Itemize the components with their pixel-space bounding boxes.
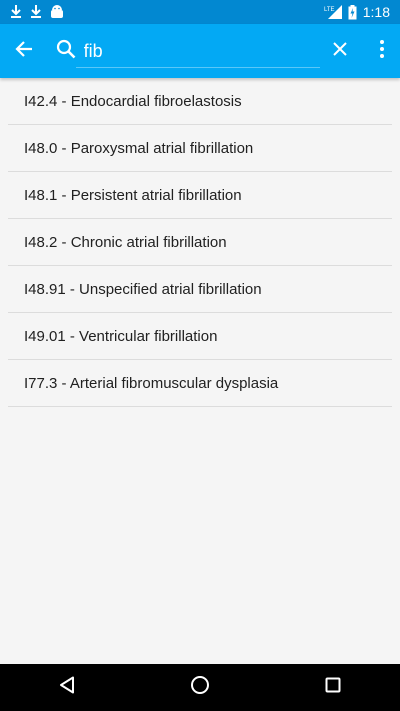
status-time: 1:18 — [362, 4, 390, 20]
list-item-label: I48.1 - Persistent atrial fibrillation — [24, 186, 242, 204]
battery-charging-icon — [348, 4, 357, 20]
back-triangle-icon — [59, 676, 75, 699]
list-item-label: I48.2 - Chronic atrial fibrillation — [24, 233, 227, 251]
android-icon — [50, 5, 64, 19]
clear-search-button[interactable] — [316, 27, 364, 75]
status-bar: LTE 1:18 — [0, 0, 400, 24]
list-item-label: I42.4 - Endocardial fibroelastosis — [24, 92, 242, 110]
more-vert-icon — [379, 39, 384, 63]
list-item[interactable]: I77.3 - Arterial fibromuscular dysplasia — [8, 360, 392, 407]
status-left — [0, 5, 64, 19]
result-list: I42.4 - Endocardial fibroelastosis I48.0… — [0, 78, 400, 407]
list-item[interactable]: I48.0 - Paroxysmal atrial fibrillation — [8, 125, 392, 172]
search-bar — [44, 24, 364, 78]
app-bar — [0, 24, 400, 78]
screen: LTE 1:18 fib I42.4 - Endocardial fibroel… — [0, 0, 400, 711]
overflow-menu-button[interactable] — [364, 27, 400, 75]
close-icon — [332, 41, 348, 62]
search-icon — [56, 39, 76, 64]
nav-home-button[interactable] — [168, 664, 232, 711]
list-item[interactable]: I49.01 - Ventricular fibrillation — [8, 313, 392, 360]
list-item[interactable]: I48.2 - Chronic atrial fibrillation — [8, 219, 392, 266]
list-item-label: I49.01 - Ventricular fibrillation — [24, 327, 218, 345]
search-input[interactable] — [83, 36, 316, 66]
download-icon — [30, 5, 42, 19]
nav-recents-button[interactable] — [301, 664, 365, 711]
list-item[interactable]: I48.1 - Persistent atrial fibrillation — [8, 172, 392, 219]
list-item-label: I48.0 - Paroxysmal atrial fibrillation — [24, 139, 254, 157]
recents-square-icon — [325, 677, 341, 698]
network-label: LTE — [324, 7, 335, 13]
home-circle-icon — [190, 675, 210, 700]
signal-icon: LTE — [324, 5, 342, 19]
search-underline — [75, 67, 320, 68]
download-icon — [10, 5, 22, 19]
list-item[interactable]: I48.91 - Unspecified atrial fibrillation — [8, 266, 392, 313]
list-item-label: I48.91 - Unspecified atrial fibrillation — [24, 280, 262, 298]
list-item-label: I77.3 - Arterial fibromuscular dysplasia — [24, 374, 279, 392]
back-button[interactable] — [4, 27, 44, 75]
status-right: LTE 1:18 — [324, 4, 400, 20]
navigation-bar — [0, 664, 400, 711]
list-item[interactable]: I42.4 - Endocardial fibroelastosis — [8, 78, 392, 125]
arrow-back-icon — [15, 40, 33, 63]
nav-back-button[interactable] — [35, 664, 99, 711]
